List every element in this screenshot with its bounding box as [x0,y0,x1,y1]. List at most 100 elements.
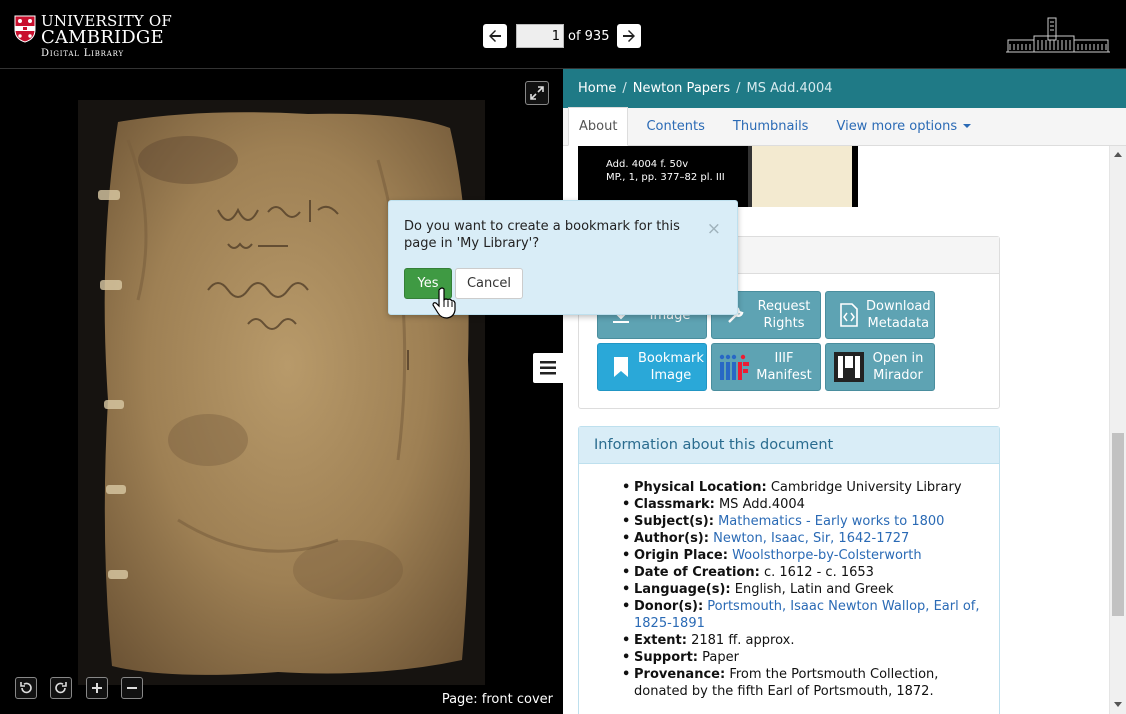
list-item: Classmark: MS Add.4004 [622,496,994,513]
page-count: of 935 [568,28,610,44]
hamburger-icon [540,361,556,375]
field-label: Language(s): [634,582,731,597]
bookmark-icon [614,357,628,377]
breadcrumb-home[interactable]: Home [578,81,616,96]
breadcrumb-collection[interactable]: Newton Papers [633,81,730,96]
info-list: Physical Location: Cambridge University … [622,479,994,700]
zoom-out-button[interactable] [121,677,143,699]
thumbnail-caption-line2: MP., 1, pp. 377–82 pl. III [606,172,725,183]
panel-scrollbar[interactable] [1109,146,1126,714]
scrollbar-thumb[interactable] [1112,433,1124,616]
manuscript-cover-image[interactable] [78,100,485,685]
author-link[interactable]: Newton, Isaac, Sir, 1642-1727 [713,531,909,546]
tab-view-more-options[interactable]: View more options [826,107,982,145]
code-file-icon [840,303,858,327]
rotate-left-icon [20,682,32,694]
list-item: Origin Place: Woolsthorpe-by-Colsterwort… [622,547,994,564]
tab-thumbnails[interactable]: Thumbnails [723,107,819,145]
library-building-icon[interactable] [1004,16,1112,54]
list-item: Support: Paper [622,649,994,666]
field-label: Classmark: [634,497,715,512]
field-value: English, Latin and Greek [734,582,894,597]
bookmark-image-button[interactable]: Bookmark Image [597,343,707,391]
logo-line-2: CAMBRIDGE [41,27,164,48]
iiif-manifest-label: IIIF Manifest [756,351,812,383]
next-page-button[interactable] [617,24,642,48]
field-label: Donor(s): [634,599,704,614]
iiif-logo-icon [719,354,749,380]
list-item: Physical Location: Cambridge University … [622,479,994,496]
breadcrumb-separator: / [736,81,741,96]
arrow-left-icon [489,30,501,42]
header: UNIVERSITY OF CAMBRIDGE Digital Library … [0,0,1126,69]
open-in-mirador-button[interactable]: Open in Mirador [825,343,935,391]
tab-view-more-label: View more options [836,118,958,134]
scroll-up-arrow[interactable] [1114,152,1122,157]
field-label: Support: [634,650,698,665]
list-item: Date of Creation: c. 1612 - c. 1653 [622,564,994,581]
caret-down-icon [963,124,972,128]
breadcrumb-separator: / [622,81,627,96]
breadcrumb: Home / Newton Papers / MS Add.4004 [563,69,1126,108]
iiif-manifest-button[interactable]: IIIF Manifest [711,343,821,391]
field-label: Author(s): [634,531,709,546]
rotate-right-icon [55,682,67,694]
breadcrumb-current: MS Add.4004 [746,81,833,96]
subject-link[interactable]: Mathematics - Early works to 1800 [718,514,944,529]
page-navigator: of 935 [483,24,642,48]
field-label: Provenance: [634,667,726,682]
previous-page-button[interactable] [483,24,507,48]
details-panel: Home / Newton Papers / MS Add.4004 About… [563,69,1126,714]
logo-line-3: Digital Library [41,48,124,59]
panel-menu-toggle[interactable] [533,353,563,383]
field-value: c. 1612 - c. 1653 [763,565,874,580]
popover-message: Do you want to create a bookmark for thi… [404,219,680,251]
image-viewer[interactable]: Page: front cover [0,69,563,714]
field-label: Extent: [634,633,687,648]
list-item: Extent: 2181 ff. approx. [622,632,994,649]
field-value: Paper [702,650,739,665]
fullscreen-button[interactable] [525,81,549,105]
field-value: MS Add.4004 [718,497,805,512]
page-label: Page: front cover [441,692,553,707]
list-item: Subject(s): Mathematics - Early works to… [622,513,994,530]
thumbnail-caption: Add. 4004 f. 50v MP., 1, pp. 377–82 pl. … [606,158,725,184]
close-icon[interactable]: × [707,219,721,239]
request-rights-label: Request Rights [757,299,811,331]
open-in-mirador-label: Open in Mirador [872,351,924,383]
cancel-button[interactable]: Cancel [455,268,523,299]
tab-about[interactable]: About [568,107,629,146]
rotate-left-button[interactable] [15,677,37,699]
cambridge-crest-icon [14,15,36,43]
thumbnail-caption-line1: Add. 4004 f. 50v [606,159,689,170]
zoom-in-button[interactable] [86,677,108,699]
field-value: 2181 ff. approx. [691,633,795,648]
related-image-thumbnail[interactable]: Add. 4004 f. 50v MP., 1, pp. 377–82 pl. … [578,146,858,207]
mirador-icon [834,352,864,382]
field-label: Date of Creation: [634,565,760,580]
expand-icon [530,86,544,100]
thumbnail-image [748,146,852,207]
field-value: Cambridge University Library [770,480,962,495]
scroll-down-arrow[interactable] [1114,702,1122,707]
document-information-panel: Information about this document Physical… [578,426,1000,714]
tab-bar: About Contents Thumbnails View more opti… [563,107,1126,146]
page-number-input[interactable] [516,24,564,48]
tab-contents[interactable]: Contents [636,107,714,145]
field-label: Subject(s): [634,514,714,529]
list-item: Author(s): Newton, Isaac, Sir, 1642-1727 [622,530,994,547]
list-item: Donor(s): Portsmouth, Isaac Newton Wallo… [622,598,994,632]
zoom-in-icon [92,683,102,693]
bookmark-image-label: Bookmark Image [638,351,704,383]
arrow-right-icon [623,30,636,42]
download-metadata-label: Download Metadata [866,299,931,331]
info-panel-title: Information about this document [579,427,999,464]
list-item: Language(s): English, Latin and Greek [622,581,994,598]
origin-place-link[interactable]: Woolsthorpe-by-Colsterworth [732,548,922,563]
hand-cursor-icon [432,287,456,319]
zoom-out-icon [127,687,137,689]
list-item: Provenance: From the Portsmouth Collecti… [622,666,994,700]
download-metadata-button[interactable]: Download Metadata [825,291,935,339]
cambridge-logo[interactable]: UNIVERSITY OF CAMBRIDGE Digital Library [14,14,172,59]
rotate-right-button[interactable] [50,677,72,699]
